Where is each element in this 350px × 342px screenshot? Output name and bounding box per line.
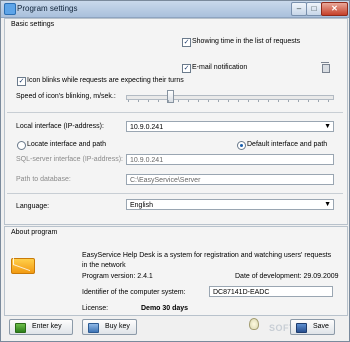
local-interface-value: 10.9.0.241 [130,124,164,131]
program-version: Program version: 2.4.1 [82,273,153,280]
language-select[interactable]: English ▼ [126,199,334,210]
default-interface-radio[interactable] [237,141,246,150]
mail-icon [11,255,35,274]
email-notification-label: E-mail notification [192,64,248,71]
buy-key-button[interactable]: Buy key [82,319,137,335]
cart-icon [88,323,99,333]
minimize-button[interactable]: – [291,2,307,16]
slider-ticks [128,100,332,102]
sql-interface-label: SQL-server interface (IP-address): [16,156,123,163]
separator [7,112,343,113]
save-label: Save [313,323,329,330]
chevron-down-icon: ▼ [324,123,331,130]
language-label: Language: [16,203,50,210]
identifier-field[interactable]: DC87141D-EADC [209,286,333,297]
show-time-label: Showing time in the list of requests [192,38,301,45]
about-program-group: About program [4,226,348,316]
title-bar[interactable]: Program settings – □ ✕ [1,1,349,18]
show-time-checkbox[interactable]: ✓ [182,38,191,47]
blink-speed-label: Speed of icon's blinking, m/sek.: [16,93,116,100]
separator [7,193,343,194]
development-date: Date of development: 29.09.2009 [235,273,339,280]
identifier-label: Identifier of the computer system: [82,289,186,296]
enter-key-label: Enter key [32,323,62,330]
program-description: EasyService Help Desk is a system for re… [82,252,332,269]
database-path-input[interactable]: C:\EasyService\Server [126,174,334,185]
local-interface-select[interactable]: 10.9.0.241 ▼ [126,121,334,132]
icon-blinks-label: Icon blinks while requests are expecting… [27,77,184,84]
email-notification-checkbox[interactable]: ✓ [182,64,191,73]
bulb-icon[interactable] [249,318,259,330]
database-path-label: Path to database: [16,176,71,183]
trash-icon[interactable] [321,62,330,73]
locate-interface-label: Locate interface and path [27,141,107,148]
basic-settings-title: Basic settings [11,21,55,28]
buy-key-label: Buy key [105,323,130,330]
chevron-down-icon: ▼ [324,201,331,208]
save-button[interactable]: Save [290,319,335,335]
close-button[interactable]: ✕ [321,2,348,16]
key-icon [15,323,26,333]
local-interface-label: Local interface (IP-address): [16,123,104,130]
license-label: License: [82,305,109,312]
window-title: Program settings [17,4,78,13]
app-icon [4,3,16,15]
default-interface-label: Default interface and path [247,141,328,148]
sql-interface-input[interactable]: 10.9.0.241 [126,154,334,165]
save-icon [296,323,307,333]
icon-blinks-checkbox[interactable]: ✓ [17,77,26,86]
settings-window: Program settings – □ ✕ Basic settings ✓ … [0,0,350,342]
license-value: Demo 30 days [141,305,189,312]
locate-interface-radio[interactable] [17,141,26,150]
enter-key-button[interactable]: Enter key [9,319,73,335]
language-value: English [130,202,153,209]
about-program-title: About program [11,229,58,236]
maximize-button[interactable]: □ [306,2,322,16]
